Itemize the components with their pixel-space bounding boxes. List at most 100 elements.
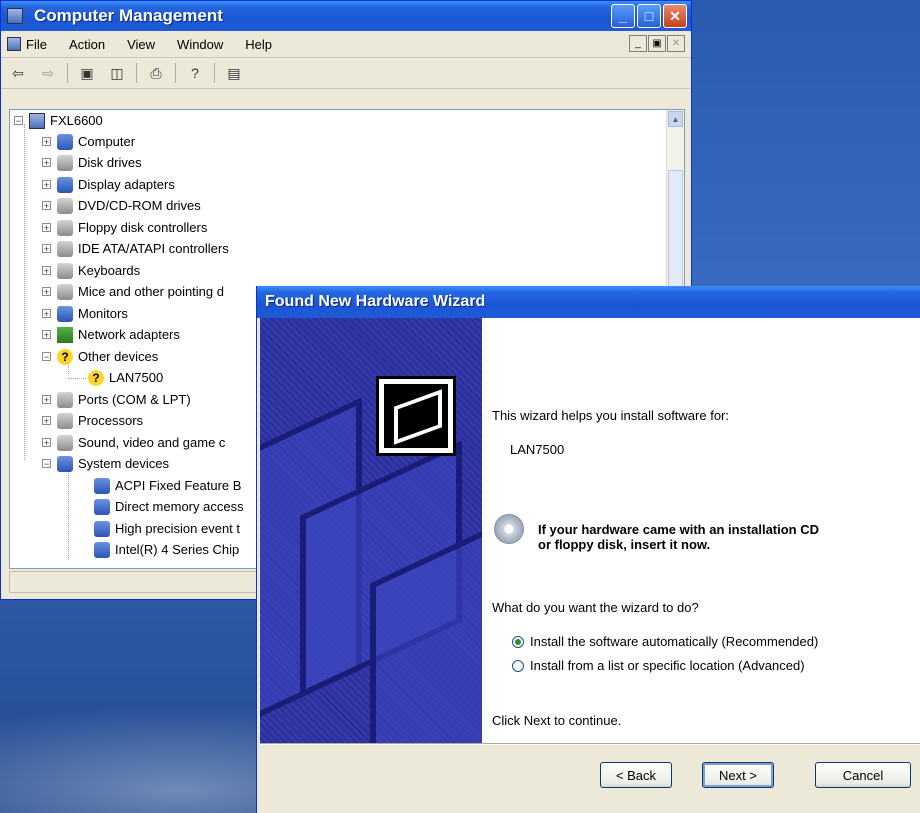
expand-icon[interactable]: + xyxy=(42,137,51,147)
expand-icon[interactable]: + xyxy=(42,438,51,448)
expand-icon[interactable]: + xyxy=(42,416,51,426)
menu-view[interactable]: View xyxy=(127,37,155,52)
expand-icon[interactable]: + xyxy=(42,395,51,405)
tree-item[interactable]: + Keyboards xyxy=(42,260,140,281)
processor-icon xyxy=(57,412,73,429)
tree-item[interactable]: + Display adapters xyxy=(42,174,175,195)
system-device-icon xyxy=(94,541,110,558)
collapse-icon[interactable]: − xyxy=(42,459,51,469)
menu-help[interactable]: Help xyxy=(245,37,272,52)
tree-item[interactable]: −? Other devices xyxy=(42,346,158,367)
menu-file[interactable]: File xyxy=(26,37,47,52)
expand-icon[interactable]: + xyxy=(42,180,51,190)
hardware-wizard-dialog: Found New Hardware Wizard This wizard he… xyxy=(256,286,920,813)
tree-item[interactable]: Intel(R) 4 Series Chip xyxy=(94,539,239,560)
tree-item[interactable]: + Ports (COM & LPT) xyxy=(42,389,191,410)
wizard-content: This wizard helps you install software f… xyxy=(482,318,920,743)
system-device-icon xyxy=(94,498,110,515)
expand-icon[interactable]: + xyxy=(42,287,51,297)
sound-icon xyxy=(57,434,73,451)
cd-icon xyxy=(494,514,524,544)
dvd-drive-icon xyxy=(57,197,73,214)
question-text: What do you want the wizard to do? xyxy=(492,600,699,615)
print-icon[interactable]: ⎙ xyxy=(145,62,167,84)
window-title: Computer Management xyxy=(34,6,223,25)
show-hide-tree-icon[interactable]: ◫ xyxy=(106,62,128,84)
expand-icon[interactable]: + xyxy=(42,266,51,276)
collapse-icon[interactable]: − xyxy=(42,352,51,362)
minimize-button[interactable]: _ xyxy=(611,4,635,28)
tree-item[interactable]: + Mice and other pointing d xyxy=(42,281,224,302)
tree-root-label: FXL6600 xyxy=(50,113,103,128)
warning-icon: ? xyxy=(88,369,104,386)
computer-category-icon xyxy=(57,133,73,150)
computer-management-icon xyxy=(7,8,23,24)
back-button[interactable]: < Back xyxy=(600,762,672,788)
up-folder-icon[interactable]: ▣ xyxy=(76,62,98,84)
tree-item[interactable]: + Network adapters xyxy=(42,324,180,345)
wizard-banner xyxy=(260,318,482,743)
menu-window[interactable]: Window xyxy=(177,37,223,52)
menu-bar: File Action View Window Help _ ▣ ✕ xyxy=(1,31,691,58)
forward-arrow-icon[interactable]: ⇨ xyxy=(37,62,59,84)
continue-text: Click Next to continue. xyxy=(492,713,622,728)
tree-item[interactable]: − System devices xyxy=(42,453,169,474)
tree-item[interactable]: Direct memory access xyxy=(94,496,244,517)
toolbar: ⇦ ⇨ ▣ ◫ ⎙ ? ▤ xyxy=(1,58,691,89)
tree-item[interactable]: + Sound, video and game c xyxy=(42,432,225,453)
child-restore-button[interactable]: ▣ xyxy=(648,35,666,52)
collapse-icon[interactable]: − xyxy=(14,116,23,126)
keyboard-icon xyxy=(57,262,73,279)
monitor-icon xyxy=(57,305,73,322)
next-button[interactable]: Next > xyxy=(702,762,774,788)
tree-item[interactable]: High precision event t xyxy=(94,518,240,539)
child-close-button[interactable]: ✕ xyxy=(667,35,685,52)
scroll-up-icon[interactable]: ▲ xyxy=(668,111,683,127)
cd-instruction: If your hardware came with an installati… xyxy=(538,522,820,552)
scroll-thumb[interactable] xyxy=(668,170,683,290)
back-arrow-icon[interactable]: ⇦ xyxy=(7,62,29,84)
expand-icon[interactable]: + xyxy=(42,158,51,168)
tree-item[interactable]: + Computer xyxy=(42,131,135,152)
expand-icon[interactable]: + xyxy=(42,244,51,254)
intro-text: This wizard helps you install software f… xyxy=(492,408,729,423)
properties-icon[interactable]: ▤ xyxy=(223,62,245,84)
title-bar[interactable]: Computer Management _ □ ✕ xyxy=(1,1,691,31)
tree-item[interactable]: + Floppy disk controllers xyxy=(42,217,207,238)
tree-item[interactable]: + Processors xyxy=(42,410,143,431)
expand-icon[interactable]: + xyxy=(42,309,51,319)
cancel-button[interactable]: Cancel xyxy=(815,762,911,788)
expand-icon[interactable]: + xyxy=(42,201,51,211)
radio-unselected-icon[interactable] xyxy=(512,659,524,672)
wizard-title-bar[interactable]: Found New Hardware Wizard xyxy=(257,286,920,318)
option-install-automatically[interactable]: Install the software automatically (Reco… xyxy=(512,634,818,649)
port-icon xyxy=(57,391,73,408)
tree-item[interactable]: + DVD/CD-ROM drives xyxy=(42,195,201,216)
menu-action[interactable]: Action xyxy=(69,37,105,52)
child-minimize-button[interactable]: _ xyxy=(629,35,647,52)
display-adapter-icon xyxy=(57,176,73,193)
system-device-icon xyxy=(94,477,110,494)
ide-controller-icon xyxy=(57,240,73,257)
tree-item[interactable]: + Monitors xyxy=(42,303,128,324)
close-button[interactable]: ✕ xyxy=(663,4,687,28)
expand-icon[interactable]: + xyxy=(42,223,51,233)
computer-icon xyxy=(29,112,45,129)
mouse-icon xyxy=(57,283,73,300)
tree-item[interactable]: ACPI Fixed Feature B xyxy=(94,475,241,496)
tree-item[interactable]: + Disk drives xyxy=(42,152,142,173)
tree-item-lan7500[interactable]: ? LAN7500 xyxy=(88,367,163,388)
option-install-from-list[interactable]: Install from a list or specific location… xyxy=(512,658,805,673)
expand-icon[interactable]: + xyxy=(42,330,51,340)
system-menu-icon[interactable] xyxy=(7,37,21,51)
maximize-button[interactable]: □ xyxy=(637,4,661,28)
disk-drive-icon xyxy=(57,154,73,171)
network-adapter-icon xyxy=(57,326,73,343)
tree-item[interactable]: + IDE ATA/ATAPI controllers xyxy=(42,238,229,259)
hardware-wizard-icon xyxy=(376,376,456,456)
radio-selected-icon[interactable] xyxy=(512,635,524,648)
wizard-title: Found New Hardware Wizard xyxy=(265,293,486,310)
tree-root[interactable]: − FXL6600 xyxy=(14,110,103,131)
help-icon[interactable]: ? xyxy=(184,62,206,84)
system-devices-icon xyxy=(57,455,73,472)
